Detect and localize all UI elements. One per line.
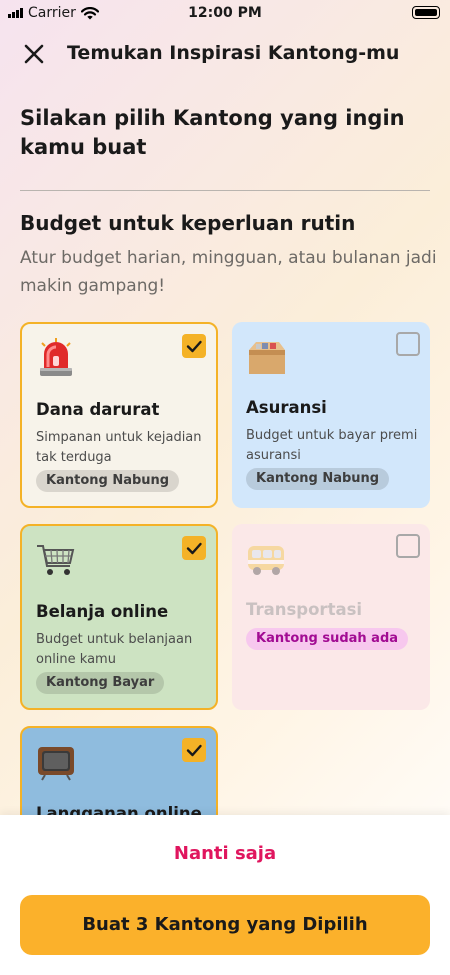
check-icon — [186, 542, 202, 555]
shopping-cart-icon — [37, 545, 75, 575]
card-title: Transportasi — [246, 600, 363, 619]
television-icon — [38, 747, 74, 781]
card-badge: Kantong sudah ada — [246, 628, 409, 650]
card-description: Simpanan untuk kejadian tak terduga — [36, 430, 202, 465]
later-button[interactable]: Nanti saja — [0, 843, 450, 864]
battery-icon — [412, 6, 440, 19]
close-icon — [24, 44, 44, 64]
card-asuransi[interactable]: Asuransi Budget untuk bayar premi asuran… — [232, 322, 430, 508]
header-title: Temukan Inspirasi Kantong-mu — [67, 42, 400, 64]
card-badge: Kantong Nabung — [246, 468, 390, 490]
card-badge: Kantong Nabung — [36, 470, 180, 492]
card-dana-darurat[interactable]: Dana darurat Simpanan untuk kejadian tak… — [20, 322, 218, 508]
card-belanja-online[interactable]: Belanja online Budget untuk belanjaan on… — [20, 524, 218, 710]
box-icon — [249, 342, 285, 374]
card-description: Budget untuk belanjaan online kamu — [36, 632, 193, 667]
close-button[interactable] — [20, 40, 48, 68]
status-bar: Carrier 12:00 PM — [0, 0, 450, 26]
check-icon — [186, 340, 202, 353]
card-transportasi: Transportasi Kantong sudah ada — [232, 524, 430, 710]
checkbox-unchecked — [396, 534, 420, 558]
checkbox-checked[interactable] — [182, 536, 206, 560]
header: Temukan Inspirasi Kantong-mu — [0, 28, 450, 80]
card-title: Dana darurat — [36, 400, 160, 419]
card-badge: Kantong Bayar — [36, 672, 165, 694]
section-title: Budget untuk keperluan rutin — [20, 211, 356, 235]
card-description: Budget untuk bayar premi asuransi — [246, 428, 418, 463]
section-description: Atur budget harian, mingguan, atau bulan… — [20, 248, 437, 296]
status-time: 12:00 PM — [188, 5, 262, 21]
divider — [20, 190, 430, 191]
bus-icon — [248, 546, 284, 575]
checkbox-checked[interactable] — [182, 334, 206, 358]
card-title: Asuransi — [246, 398, 327, 417]
card-title: Belanja online — [36, 602, 169, 621]
page-heading: Silakan pilih Kantong yang ingin kamu bu… — [20, 106, 405, 159]
siren-icon — [40, 338, 72, 376]
bottom-action-panel: Nanti saja Buat 3 Kantong yang Dipilih — [0, 815, 450, 975]
checkbox-unchecked[interactable] — [396, 332, 420, 356]
check-icon — [186, 744, 202, 757]
create-selected-button[interactable]: Buat 3 Kantong yang Dipilih — [20, 895, 430, 955]
checkbox-checked[interactable] — [182, 738, 206, 762]
